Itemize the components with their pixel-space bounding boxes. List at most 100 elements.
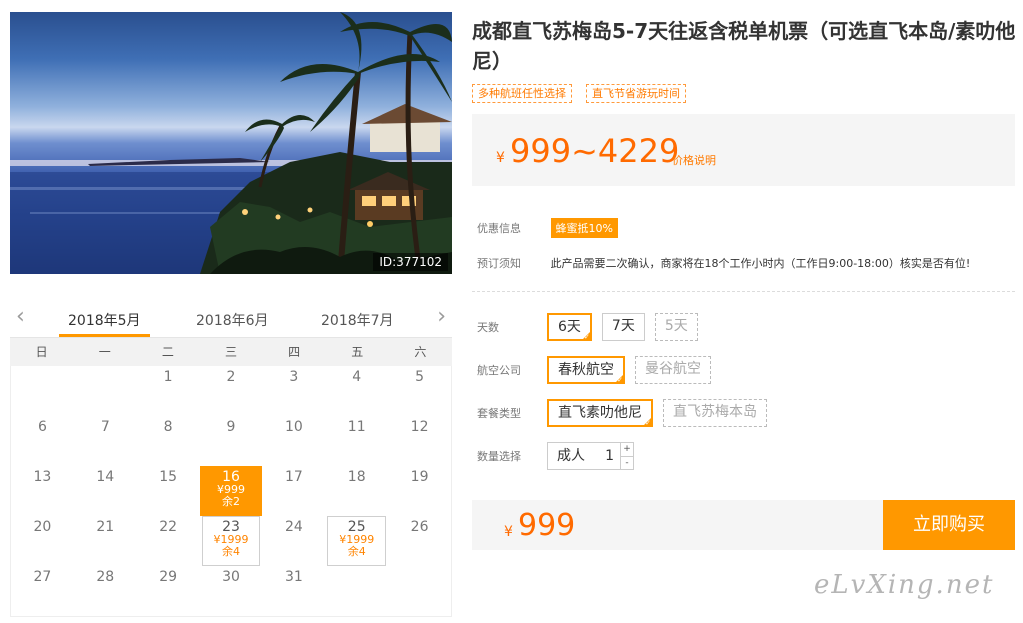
weekday-mon: 一 [98, 345, 111, 359]
feature-tags: 多种航班任性选择 直飞节省游玩时间 [472, 84, 686, 103]
day-number: 30 [222, 569, 240, 585]
calendar-day-cell[interactable]: 23 ¥1999 余4 [200, 516, 263, 566]
section-divider [472, 291, 1015, 292]
day-price: ¥1999 [339, 533, 375, 546]
check-icon: ✓ [584, 333, 590, 341]
day-number: 28 [96, 569, 115, 585]
calendar-day-cell: 3 [262, 366, 325, 416]
calendar-day-cell: 13 [11, 466, 74, 516]
day-number: 14 [96, 469, 115, 485]
active-month-underline [59, 334, 150, 337]
option-spring-airlines[interactable]: 春秋航空 ✓ [547, 356, 625, 384]
day-number: 4 [352, 369, 362, 385]
calendar-day-cell: 18 [325, 466, 388, 516]
seats-remaining: 余4 [221, 545, 240, 558]
price-panel: ¥ 999~4229 价格说明 [472, 114, 1015, 186]
increment-button[interactable]: + [621, 443, 633, 457]
booking-note-row: 预订须知 此产品需要二次确认，商家将在18个工作小时内（工作日9:00-18:0… [477, 255, 970, 271]
price-note-link[interactable]: 价格说明 [672, 152, 716, 168]
calendar-day-cell: 4 [325, 366, 388, 416]
feature-tag: 直飞节省游玩时间 [586, 84, 686, 103]
calendar-day-cell: 2 [200, 366, 263, 416]
calendar-day-cell[interactable]: 16 ¥999 余2 [199, 466, 263, 516]
day-number: 9 [226, 419, 236, 435]
quantity-stepper[interactable]: 成人 1 + - [547, 442, 634, 470]
day-number: 26 [410, 519, 429, 535]
day-number: 20 [33, 519, 52, 535]
calendar-day-cell: 24 [262, 516, 325, 566]
day-number: 18 [347, 469, 366, 485]
option-direct-surat-thani[interactable]: 直飞素叻他尼 ✓ [547, 399, 653, 427]
airline-label: 航空公司 [477, 364, 521, 377]
calendar-day-cell: 17 [262, 466, 325, 516]
calendar-day-cell: 20 [11, 516, 74, 566]
day-number: 21 [96, 519, 115, 535]
day-number: 1 [163, 369, 173, 385]
day-number: 23 [222, 519, 240, 535]
feature-tag: 多种航班任性选择 [472, 84, 572, 103]
calendar-day-cell: 11 [325, 416, 388, 466]
day-number: 16 [222, 469, 240, 485]
days-option-row: 天数 6天 ✓ 7天 5天 [477, 313, 708, 341]
currency-symbol: ¥ [496, 150, 505, 166]
currency-symbol: ¥ [504, 524, 513, 540]
option-6-days[interactable]: 6天 ✓ [547, 313, 592, 341]
chevron-right-icon[interactable]: › [437, 306, 446, 328]
check-icon: ✓ [617, 376, 623, 384]
calendar-month-nav: ‹ 2018年5月 2018年6月 2018年7月 › [10, 300, 452, 338]
calendar-day-cell [388, 566, 451, 616]
seats-remaining: 余2 [221, 495, 240, 508]
calendar-day-cell[interactable]: 25 ¥1999 余4 [325, 516, 388, 566]
day-number: 7 [100, 419, 110, 435]
promo-label: 优惠信息 [477, 222, 521, 235]
day-number: 31 [284, 569, 303, 585]
total-price: 999 [518, 508, 576, 543]
resort-scene-illustration [10, 12, 452, 274]
day-number: 2 [226, 369, 236, 385]
calendar-day-cell: 7 [74, 416, 137, 466]
day-number: 27 [33, 569, 52, 585]
calendar-day-cell [325, 566, 388, 616]
promo-badge: 蜂蜜抵10% [550, 218, 618, 238]
decrement-button[interactable]: - [621, 457, 633, 470]
calendar-day-cell: 22 [137, 516, 200, 566]
chevron-left-icon[interactable]: ‹ [16, 306, 25, 328]
quantity-value[interactable]: 1 [588, 443, 620, 469]
calendar-day-cell: 27 [11, 566, 74, 616]
day-number: 22 [159, 519, 178, 535]
weekday-fri: 五 [351, 345, 364, 359]
tab-month-june[interactable]: 2018年6月 [196, 310, 269, 330]
calendar-day-cell: 29 [137, 566, 200, 616]
day-number: 3 [289, 369, 299, 385]
calendar-day-cell: 6 [11, 416, 74, 466]
calendar-day-grid: 1 2 3 4 5 6 7 8 9 10 11 12 13 14 15 16 ¥999 余2 17 18 19 20 21 2… [10, 366, 452, 617]
price-range: 999~4229 [510, 132, 680, 170]
day-number: 24 [284, 519, 303, 535]
promo-row: 优惠信息 蜂蜜抵10% [477, 218, 618, 238]
purchase-bar: ¥ 999 立即购买 [472, 500, 1015, 550]
day-number: 13 [33, 469, 52, 485]
option-7-days[interactable]: 7天 [601, 313, 645, 341]
option-direct-koh-samui: 直飞苏梅本岛 [663, 399, 767, 427]
day-number: 19 [410, 469, 429, 485]
stepper-buttons: + - [620, 443, 633, 469]
day-number: 10 [284, 419, 303, 435]
calendar-day-cell: 26 [388, 516, 451, 566]
airline-option-row: 航空公司 春秋航空 ✓ 曼谷航空 [477, 356, 721, 384]
weekday-sun: 日 [35, 345, 48, 359]
image-id-label: ID:377102 [373, 253, 448, 271]
calendar-day-cell [74, 366, 137, 416]
day-number: 25 [347, 519, 366, 535]
day-number: 17 [284, 469, 303, 485]
package-label: 套餐类型 [477, 407, 521, 420]
tab-month-may[interactable]: 2018年5月 [68, 310, 141, 330]
calendar-day-cell [11, 366, 74, 416]
product-title: 成都直飞苏梅岛5-7天往返含税单机票（可选直飞本岛/素叻他尼） [472, 19, 1016, 73]
weekday-thu: 四 [288, 345, 301, 359]
tab-month-july[interactable]: 2018年7月 [321, 310, 394, 330]
package-option-row: 套餐类型 直飞素叻他尼 ✓ 直飞苏梅本岛 [477, 399, 777, 427]
calendar-day-cell: 12 [388, 416, 451, 466]
passenger-type: 成人 [557, 448, 585, 464]
buy-now-button[interactable]: 立即购买 [883, 500, 1015, 550]
day-number: 11 [347, 419, 366, 435]
